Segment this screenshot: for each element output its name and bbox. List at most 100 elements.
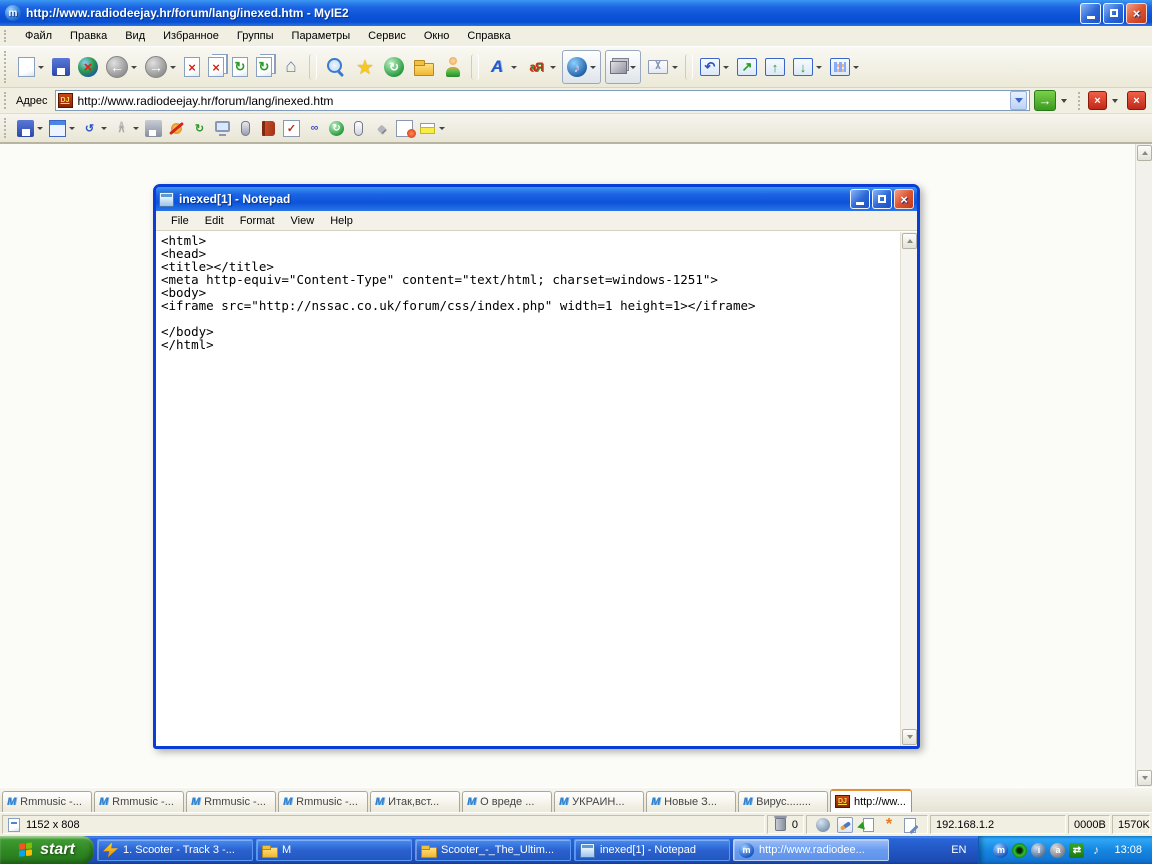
dropdown-arrow-icon[interactable] [511, 65, 517, 69]
scroll-down-icon[interactable] [902, 729, 917, 745]
myie-tray-icon[interactable]: m [993, 842, 1009, 858]
proxy-status-icon[interactable] [816, 817, 830, 832]
text-size-icon[interactable]: A [482, 50, 521, 84]
browser-tab[interactable]: Rmmusic -... [94, 791, 184, 812]
window-icon[interactable] [211, 116, 234, 140]
options-status-icon[interactable]: * [881, 816, 897, 833]
dropdown-arrow-icon[interactable] [133, 126, 139, 130]
notepad-maximize-button[interactable] [872, 189, 892, 209]
highlight-icon[interactable] [416, 116, 448, 140]
refresh-all-icon[interactable]: ↻ [252, 50, 276, 84]
dropdown-arrow-icon[interactable] [723, 65, 729, 69]
quick-save-icon[interactable] [142, 116, 165, 140]
taskbar-button[interactable]: Scooter_-_The_Ultim... [415, 839, 571, 861]
form-fill-icon[interactable] [46, 116, 78, 140]
back-icon[interactable]: ← [102, 50, 141, 84]
browser-tab[interactable]: Rmmusic -... [2, 791, 92, 812]
import-status-icon[interactable] [859, 817, 875, 833]
menu-item[interactable]: Параметры [283, 27, 360, 45]
dropdown-arrow-icon[interactable] [101, 126, 107, 130]
close-button[interactable]: × [1126, 2, 1147, 24]
menu-item[interactable]: Группы [228, 27, 283, 45]
offline-icon[interactable]: × [74, 50, 102, 84]
go-dropdown-arrow-icon[interactable] [1061, 98, 1067, 103]
browser-tab[interactable]: Rmmusic -... [278, 791, 368, 812]
maximize-page-icon[interactable]: ↑ [761, 50, 789, 84]
browser-tab[interactable]: Rmmusic -... [186, 791, 276, 812]
notepad-menu-item[interactable]: Help [322, 213, 361, 229]
bookmark-book-icon[interactable] [257, 116, 280, 140]
dropdown-arrow-icon[interactable] [550, 65, 556, 69]
collapse-icon[interactable]: ∧ [110, 116, 142, 140]
save-form-icon[interactable] [14, 116, 46, 140]
dropdown-arrow-icon[interactable] [590, 65, 596, 69]
address-url[interactable]: http://www.radiodeejay.hr/forum/lang/ine… [78, 94, 334, 108]
address-dropdown-button[interactable] [1010, 91, 1027, 110]
browser-tab[interactable]: УКРАИН... [554, 791, 644, 812]
volume-tray-icon[interactable]: ♪ [1088, 843, 1103, 858]
menu-item[interactable]: Сервис [359, 27, 415, 45]
dropdown-arrow-icon[interactable] [69, 126, 75, 130]
start-button[interactable]: start [0, 836, 94, 864]
menu-item[interactable]: Правка [61, 27, 116, 45]
notepad-menu-item[interactable]: Format [232, 213, 283, 229]
agent-tray-icon[interactable]: a [1050, 842, 1066, 858]
scroll-down-icon[interactable] [1137, 770, 1152, 786]
toolbar-grip[interactable] [4, 51, 7, 83]
stop-icon[interactable]: × [180, 50, 204, 84]
minimize-button[interactable] [1080, 2, 1101, 24]
mail-icon[interactable] [643, 50, 682, 84]
browser-tab[interactable]: Вирус........ [738, 791, 828, 812]
media-icon[interactable]: ♪ [562, 50, 601, 84]
taskbar-clock[interactable]: 13:08 [1114, 844, 1142, 856]
notepad-text[interactable]: <html> <head> <title></title> <meta http… [161, 234, 897, 744]
save-icon[interactable] [48, 50, 74, 84]
block-flash-icon[interactable] [165, 116, 188, 140]
notepad-scrollbar[interactable] [900, 232, 917, 746]
edit-status-icon[interactable] [903, 817, 919, 833]
dropdown-arrow-icon[interactable] [853, 65, 859, 69]
stop-all-icon[interactable]: × [204, 50, 228, 84]
folders-icon[interactable] [408, 50, 438, 84]
dropdown-arrow-icon[interactable] [816, 65, 822, 69]
toolbar-grip[interactable] [4, 30, 7, 42]
undo-icon[interactable]: ↶ [696, 50, 733, 84]
taskbar-button[interactable]: m http://www.radiodee... [733, 839, 889, 861]
close-all-button[interactable]: × [1127, 91, 1146, 110]
menu-item[interactable]: Окно [415, 27, 459, 45]
close-tab-button[interactable]: × [1088, 91, 1107, 110]
menu-item[interactable]: Справка [458, 27, 519, 45]
dropdown-arrow-icon[interactable] [672, 65, 678, 69]
antivirus-tray-icon[interactable] [1012, 842, 1028, 858]
dropdown-arrow-icon[interactable] [38, 65, 44, 69]
menu-item[interactable]: Избранное [154, 27, 228, 45]
favorites-icon[interactable]: ★ [350, 50, 380, 84]
search-icon[interactable] [320, 50, 350, 84]
history-icon[interactable]: ↻ [380, 50, 408, 84]
notepad-close-button[interactable]: × [894, 189, 914, 209]
scroll-up-icon[interactable] [1137, 145, 1152, 161]
dropdown-arrow-icon[interactable] [170, 65, 176, 69]
notepad-menu-item[interactable]: View [283, 213, 323, 229]
layout-grid-icon[interactable] [826, 50, 863, 84]
detach-window-icon[interactable]: ↗ [733, 50, 761, 84]
schedule-icon[interactable]: ↻ [326, 116, 347, 140]
links-icon[interactable]: ∞ [303, 116, 326, 140]
dropdown-arrow-icon[interactable] [131, 65, 137, 69]
user-profile-icon[interactable] [438, 50, 468, 84]
auto-refresh-icon[interactable]: ↺ [78, 116, 110, 140]
mouse-options-icon[interactable] [347, 116, 370, 140]
notepad-menu-item[interactable]: Edit [197, 213, 232, 229]
diamond-icon[interactable]: ◆ [370, 116, 393, 140]
close-dropdown-arrow-icon[interactable] [1112, 98, 1118, 103]
menu-item[interactable]: Вид [116, 27, 154, 45]
home-icon[interactable]: ⌂ [276, 50, 306, 84]
encoding-icon[interactable]: aЯ [521, 50, 560, 84]
browser-tab[interactable]: Новые З... [646, 791, 736, 812]
taskbar-button[interactable]: 1. Scooter - Track 3 -... [97, 839, 253, 861]
status-trash-panel[interactable]: 0 [766, 815, 804, 834]
dropdown-arrow-icon[interactable] [37, 126, 43, 130]
menu-item[interactable]: Файл [16, 27, 61, 45]
clean-icon[interactable]: ↻ [188, 116, 211, 140]
language-indicator[interactable]: EN [939, 844, 978, 856]
